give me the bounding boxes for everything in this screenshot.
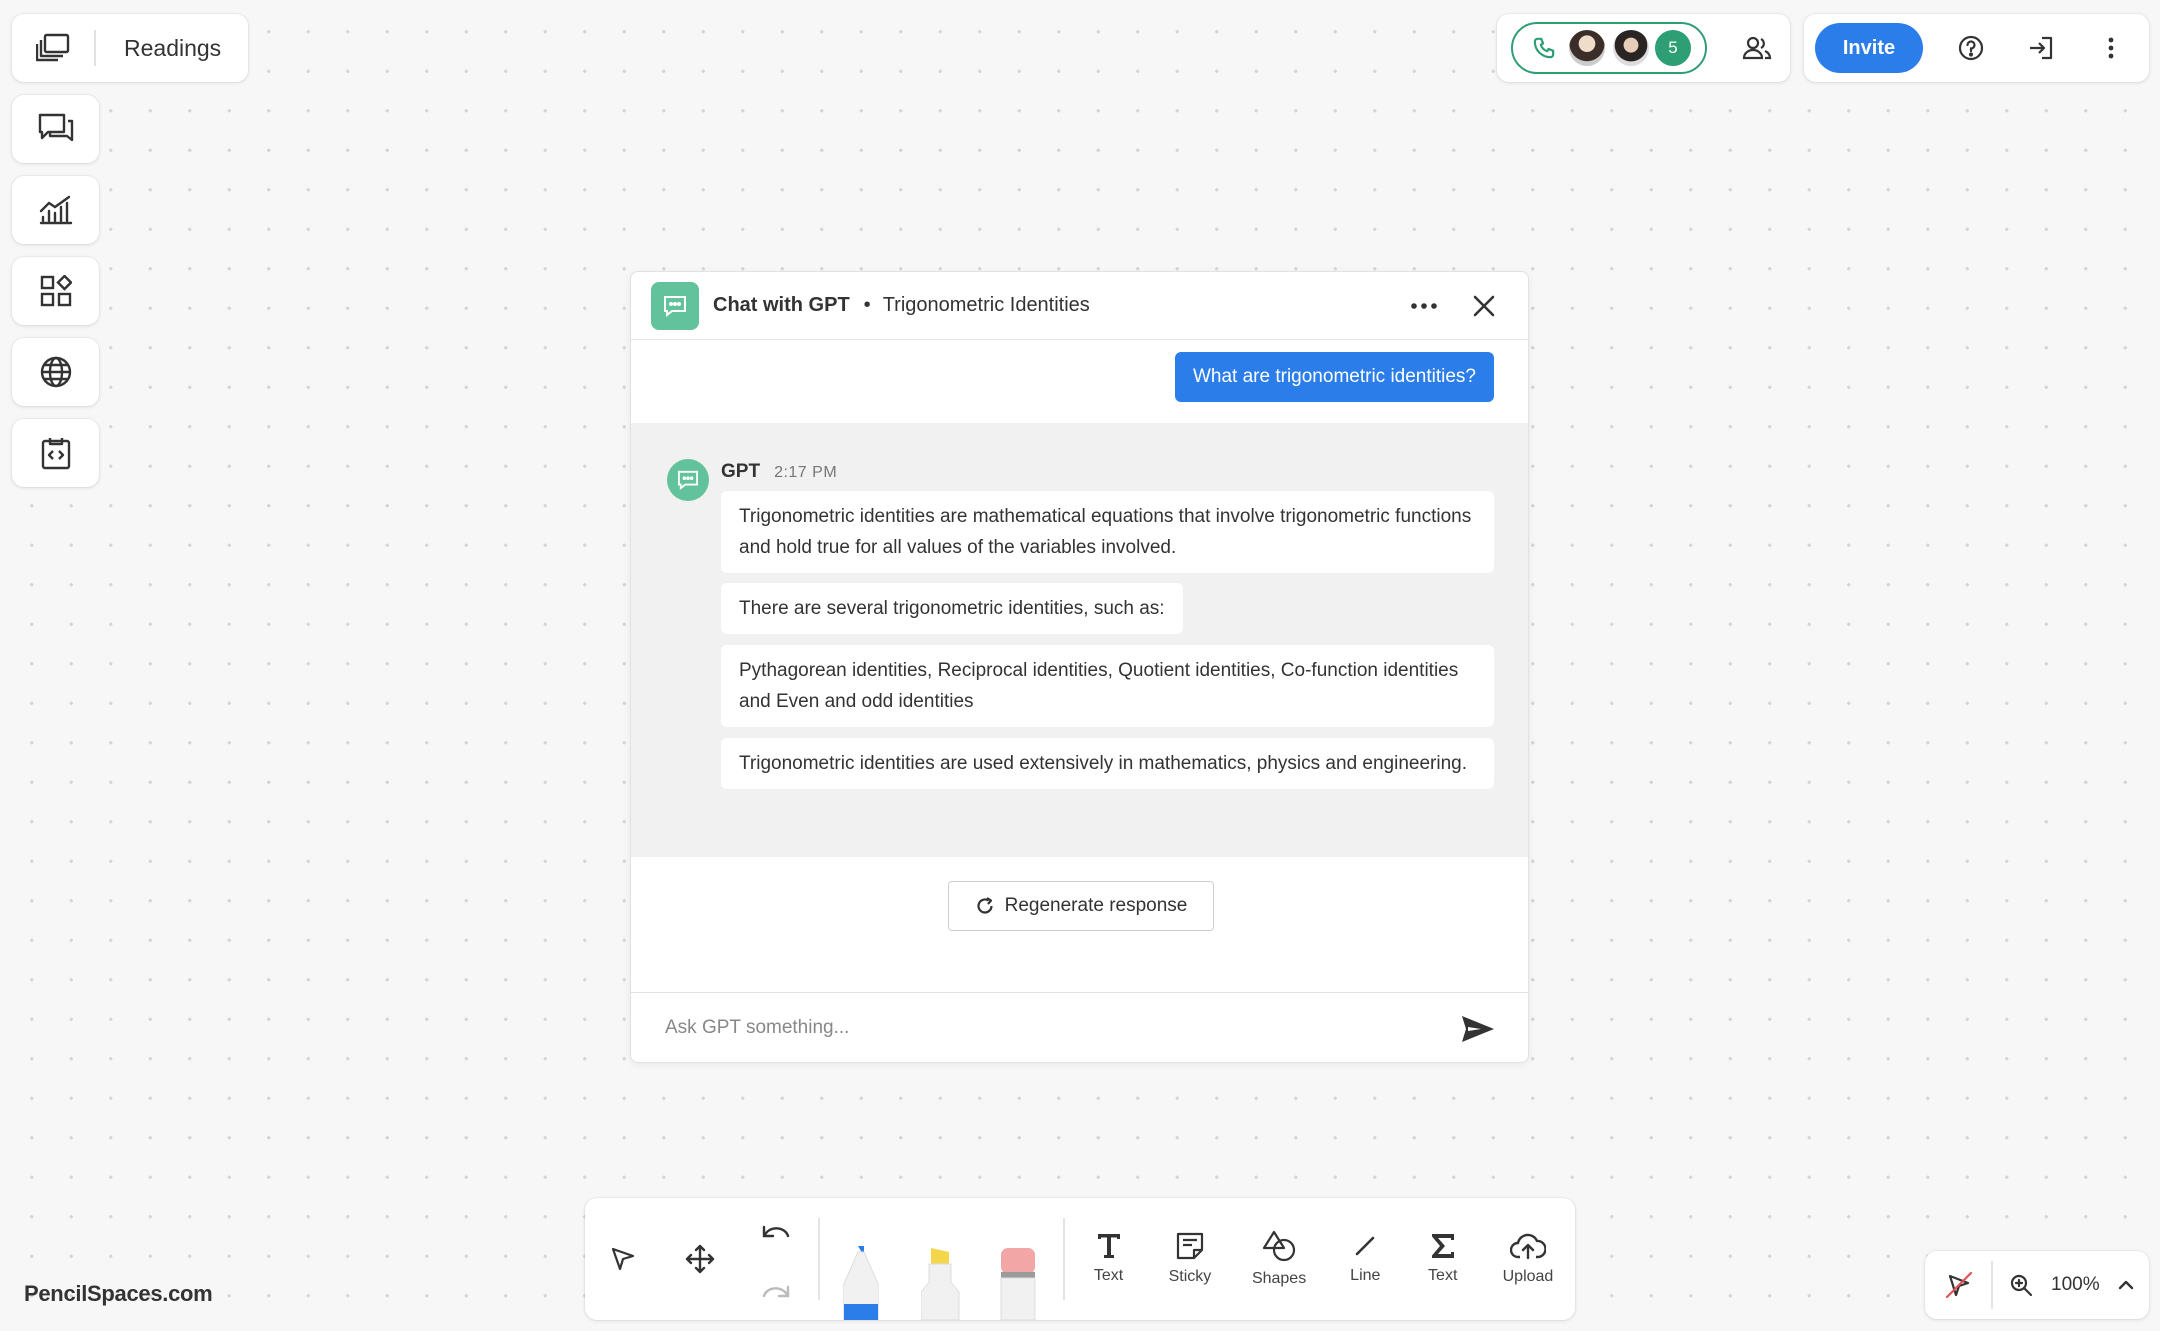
title-separator: • (863, 294, 871, 316)
pan-tool[interactable] (661, 1243, 737, 1275)
drawing-toolbar: Text Sticky Shapes Line Text Upload (585, 1198, 1575, 1320)
line-icon (1352, 1233, 1378, 1259)
gpt-message: There are several trigonometric identiti… (721, 583, 1183, 634)
gpt-message: Trigonometric identities are mathematica… (721, 491, 1494, 573)
ask-gpt-input[interactable] (665, 1016, 1425, 1039)
more-vertical-icon[interactable] (2089, 26, 2133, 70)
apps-grid-icon (40, 275, 72, 307)
upload-tool-label: Upload (1502, 1268, 1554, 1285)
math-tool[interactable]: Text (1405, 1233, 1481, 1285)
sidebar-item-apps[interactable] (12, 257, 99, 325)
gpt-chat-icon (651, 281, 699, 330)
laser-pointer-off-icon[interactable] (1937, 1263, 1981, 1307)
chat-bubbles-icon (38, 112, 74, 146)
text-icon (1097, 1233, 1121, 1259)
regenerate-label: Regenerate response (1004, 895, 1188, 916)
more-horizontal-icon[interactable] (1404, 286, 1444, 326)
invite-button[interactable]: Invite (1815, 23, 1923, 73)
pointer-icon (609, 1245, 637, 1273)
avatar[interactable] (1611, 28, 1651, 68)
globe-icon (40, 356, 72, 388)
sticky-tool-label: Sticky (1168, 1268, 1212, 1285)
pen-tool[interactable] (820, 1198, 898, 1320)
code-embed-icon (41, 436, 71, 470)
gpt-timestamp: 2:17 PM (774, 464, 838, 481)
history-group (738, 1209, 814, 1309)
people-icon[interactable] (1737, 28, 1777, 68)
presence-bar: 5 (1497, 14, 1790, 82)
exit-icon[interactable] (2019, 26, 2063, 70)
chat-title: Chat with GPT (713, 294, 850, 316)
math-tool-label: Text (1428, 1267, 1458, 1284)
shapes-icon (1262, 1230, 1296, 1262)
zoom-icon[interactable] (1999, 1263, 2043, 1307)
zoom-controls: 100% (1925, 1251, 2149, 1319)
sigma-icon (1431, 1233, 1455, 1259)
shapes-tool-label: Shapes (1251, 1270, 1307, 1287)
chat-topic: Trigonometric Identities (882, 294, 1090, 316)
library-icon[interactable] (12, 14, 94, 82)
text-tool[interactable]: Text (1069, 1233, 1147, 1285)
gpt-message: Trigonometric identities are used extens… (721, 738, 1494, 789)
text-tool-label: Text (1093, 1267, 1124, 1284)
sidebar-item-chat[interactable] (12, 95, 99, 163)
move-icon (684, 1243, 716, 1275)
highlighter-icon (920, 1248, 961, 1320)
chat-panel: Chat with GPT • Trigonometric Identities… (630, 271, 1529, 1063)
sidebar-item-web[interactable] (12, 338, 99, 406)
brand-logo: PencilSpaces.com (24, 1281, 213, 1306)
highlighter-tool[interactable] (899, 1198, 977, 1320)
user-message-bubble: What are trigonometric identities? (1174, 352, 1494, 402)
eraser-icon (999, 1248, 1037, 1320)
chat-input-row (631, 992, 1528, 1062)
sidebar-item-embed[interactable] (12, 419, 99, 487)
avatar[interactable] (1567, 28, 1607, 68)
line-chart-icon (39, 195, 73, 225)
pen-icon (843, 1246, 880, 1320)
chevron-up-icon[interactable] (2104, 1263, 2148, 1307)
gpt-name: GPT (721, 461, 761, 482)
user-message-row: What are trigonometric identities? (631, 340, 1528, 423)
board-title[interactable]: Readings (124, 35, 221, 62)
gpt-response-area: GPT 2:17 PM Trigonometric identities are… (631, 423, 1528, 857)
sticky-note-icon (1176, 1232, 1204, 1260)
undo-icon[interactable] (761, 1221, 791, 1243)
divider (1991, 1261, 1993, 1309)
select-tool[interactable] (585, 1245, 661, 1273)
divider (1063, 1218, 1066, 1300)
phone-icon (1533, 37, 1555, 59)
line-tool[interactable]: Line (1326, 1233, 1404, 1285)
gpt-message: Pythagorean identities, Reciprocal ident… (721, 645, 1494, 727)
actions-bar: Invite (1804, 14, 2149, 82)
shapes-tool[interactable]: Shapes (1232, 1230, 1326, 1288)
divider (94, 30, 96, 66)
call-pill[interactable]: 5 (1511, 22, 1707, 74)
participant-count-badge[interactable]: 5 (1653, 28, 1693, 68)
chat-header: Chat with GPT • Trigonometric Identities (631, 272, 1528, 340)
redo-icon[interactable] (761, 1281, 791, 1303)
upload-tool[interactable]: Upload (1481, 1232, 1575, 1286)
help-icon[interactable] (1949, 26, 1993, 70)
cloud-upload-icon (1509, 1232, 1546, 1260)
regenerate-button[interactable]: Regenerate response (948, 881, 1214, 931)
sidebar-item-analytics[interactable] (12, 176, 99, 244)
zoom-level[interactable]: 100% (2051, 1274, 2100, 1296)
gpt-message-meta: GPT 2:17 PM (721, 461, 837, 483)
line-tool-label: Line (1350, 1267, 1381, 1284)
refresh-icon (975, 896, 995, 916)
close-icon[interactable] (1464, 286, 1504, 326)
eraser-tool[interactable] (977, 1198, 1055, 1320)
gpt-avatar-icon (667, 459, 709, 501)
regenerate-row: Regenerate response (631, 857, 1528, 991)
board-header: Readings (12, 14, 248, 82)
send-icon[interactable] (1458, 1011, 1498, 1047)
sticky-tool[interactable]: Sticky (1148, 1232, 1232, 1286)
